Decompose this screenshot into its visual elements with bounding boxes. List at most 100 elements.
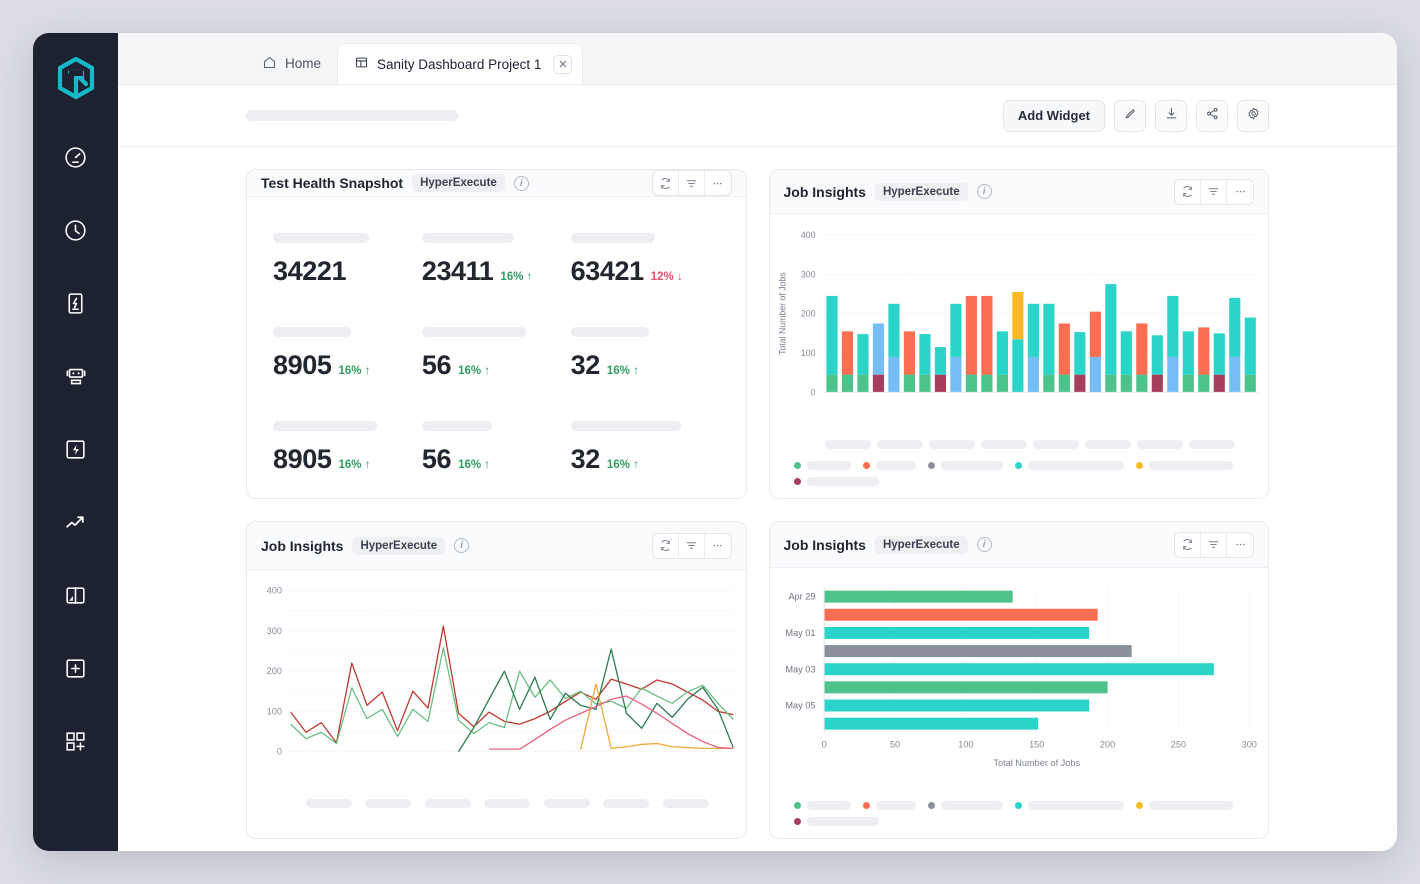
- widget-badge: HyperExecute: [352, 536, 446, 555]
- speedometer-icon: [63, 145, 88, 170]
- sidebar-item-trends[interactable]: [54, 500, 98, 544]
- kpi-value: 8905: [273, 350, 332, 380]
- sidebar-item-add[interactable]: [54, 646, 98, 690]
- grid-plus-icon: [63, 729, 88, 754]
- svg-text:0: 0: [810, 387, 815, 397]
- widget-body: 0 50 100 150 200 250 300 Apr 29 May 01 May 03 May …: [770, 568, 1269, 838]
- legend-item[interactable]: [1135, 801, 1233, 810]
- share-button[interactable]: [1196, 99, 1228, 132]
- more-icon[interactable]: [1227, 533, 1253, 557]
- legend-item[interactable]: [927, 461, 1003, 470]
- svg-text:400: 400: [267, 586, 282, 596]
- legend-item[interactable]: [793, 461, 851, 470]
- refresh-icon[interactable]: [1175, 532, 1201, 557]
- svg-text:Total Number of Jobs: Total Number of Jobs: [993, 758, 1080, 768]
- x-axis-label-placeholder: [543, 799, 590, 808]
- tab-bar: Home Sanity Dashboard Project 1 ✕: [118, 33, 1397, 85]
- legend-item[interactable]: [793, 477, 879, 486]
- share-icon: [1205, 106, 1220, 126]
- line-chart: 0 100 200 300 400: [267, 586, 734, 757]
- kpi-value: 56: [421, 444, 452, 474]
- legend-item[interactable]: [793, 817, 879, 826]
- legend-item[interactable]: [862, 801, 916, 810]
- svg-text:100: 100: [800, 348, 815, 358]
- widget-tools: [651, 170, 732, 196]
- settings-button[interactable]: [1237, 99, 1269, 132]
- kpi-value: 23411: [421, 256, 494, 286]
- add-widget-button[interactable]: Add Widget: [1002, 99, 1105, 132]
- kpi-label-placeholder: [570, 327, 649, 337]
- bolt-square-icon: [63, 437, 88, 462]
- sidebar-item-history[interactable]: [54, 208, 98, 252]
- legend-item[interactable]: [1135, 461, 1233, 470]
- kpi-delta: 16% ↑: [606, 459, 639, 471]
- info-icon[interactable]: i: [976, 537, 992, 552]
- legend-label-placeholder: [875, 461, 916, 470]
- svg-text:May 05: May 05: [785, 701, 815, 711]
- legend-label-placeholder: [1027, 801, 1124, 810]
- more-icon[interactable]: [705, 534, 731, 558]
- more-icon[interactable]: [705, 171, 731, 195]
- widget-title: Job Insights: [783, 183, 866, 200]
- download-button[interactable]: [1155, 99, 1187, 132]
- sidebar-item-speedometer[interactable]: [54, 135, 98, 179]
- info-icon[interactable]: i: [513, 175, 529, 191]
- kpi-cell: 8905 16% ↑: [273, 313, 422, 407]
- widget-title: Test Health Snapshot: [261, 175, 404, 191]
- download-icon: [1164, 106, 1179, 126]
- widget-body: 0 100 200 300 400: [247, 570, 746, 838]
- kpi-delta: 16% ↑: [338, 365, 371, 377]
- legend-item[interactable]: [793, 801, 851, 810]
- legend-item[interactable]: [1014, 461, 1124, 470]
- sidebar-item-bolt[interactable]: [54, 427, 98, 471]
- filter-icon[interactable]: [679, 171, 705, 195]
- logo-icon[interactable]: [53, 55, 99, 101]
- refresh-icon[interactable]: [653, 533, 679, 558]
- kpi-value: 34221: [273, 256, 347, 286]
- legend-color-dot: [793, 802, 801, 809]
- kpi-value: 32: [570, 444, 601, 474]
- legend-color-dot: [1135, 802, 1143, 809]
- tab-home[interactable]: Home: [246, 43, 337, 84]
- svg-text:50: 50: [889, 740, 899, 750]
- legend-item[interactable]: [927, 801, 1003, 810]
- widget-tools: [1174, 531, 1254, 558]
- sidebar-item-device-bolt[interactable]: [54, 281, 98, 325]
- kpi-cell: 34221: [273, 219, 422, 313]
- edit-button[interactable]: [1114, 99, 1146, 132]
- info-icon[interactable]: i: [976, 184, 992, 199]
- x-axis-label-placeholder: [876, 440, 923, 449]
- widget-badge: HyperExecute: [874, 535, 968, 554]
- filter-icon[interactable]: [1201, 532, 1227, 557]
- filter-icon[interactable]: [679, 533, 705, 558]
- tab-project-label: Sanity Dashboard Project 1: [377, 56, 542, 72]
- legend-color-dot: [927, 802, 935, 809]
- close-icon[interactable]: ✕: [553, 54, 573, 74]
- kpi-delta: 16% ↑: [606, 365, 639, 377]
- refresh-icon[interactable]: [1175, 179, 1201, 204]
- widget-header: Test Health Snapshot HyperExecute i: [247, 170, 746, 197]
- sidebar-item-apps[interactable]: [54, 719, 98, 763]
- kpi-delta: 16% ↑: [458, 365, 491, 377]
- tab-project[interactable]: Sanity Dashboard Project 1 ✕: [337, 43, 584, 84]
- sidebar-item-compare[interactable]: [54, 573, 98, 617]
- filter-icon[interactable]: [1201, 179, 1227, 204]
- toolbar-actions: Add Widget: [1002, 99, 1269, 132]
- widget-test-health-snapshot: Test Health Snapshot HyperExecute i 3422…: [246, 169, 747, 499]
- legend-item[interactable]: [1014, 801, 1124, 810]
- svg-text:200: 200: [1099, 740, 1114, 750]
- kpi-label-placeholder: [570, 233, 655, 243]
- svg-text:100: 100: [958, 740, 973, 750]
- refresh-icon[interactable]: [653, 171, 679, 195]
- svg-text:Total Number of Jobs: Total Number of Jobs: [777, 272, 787, 355]
- legend-label-placeholder: [940, 461, 1003, 470]
- kpi-grid: 34221 23411 16% ↑ 63421 12% ↓ 8905 16% ↑ 56 16% …: [247, 197, 746, 498]
- chart-legend: [770, 801, 1269, 838]
- sidebar-item-robot[interactable]: [54, 354, 98, 398]
- more-icon[interactable]: [1227, 180, 1253, 204]
- legend-item[interactable]: [862, 461, 916, 470]
- kpi-cell: 32 16% ↑: [570, 313, 720, 407]
- info-icon[interactable]: i: [454, 538, 470, 553]
- kpi-value: 56: [421, 350, 452, 380]
- widget-tools: [1174, 178, 1254, 205]
